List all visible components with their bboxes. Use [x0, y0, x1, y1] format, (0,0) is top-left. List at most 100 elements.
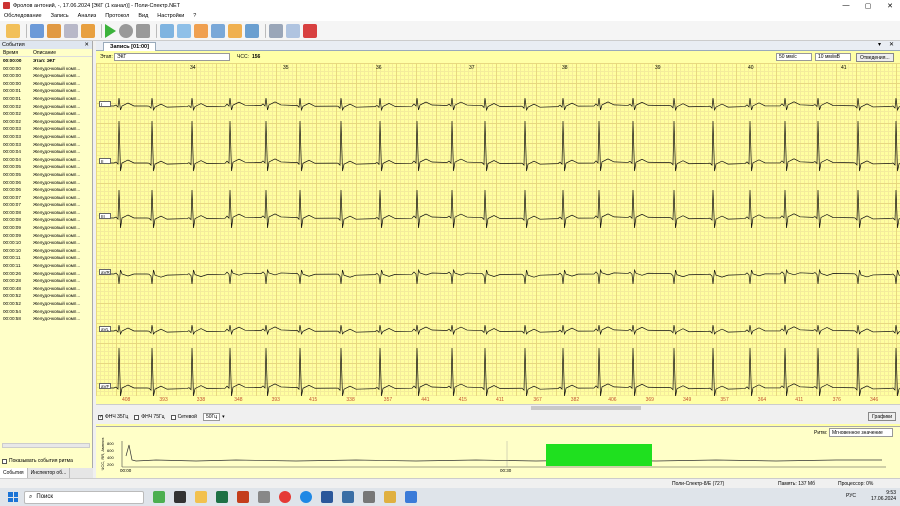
checkbox-box[interactable]	[134, 414, 140, 420]
minimize-button[interactable]: —	[836, 0, 856, 11]
stop-icon[interactable]	[136, 23, 150, 38]
analysis-icon[interactable]	[160, 23, 174, 38]
store-icon[interactable]	[342, 491, 354, 503]
menu-exam[interactable]: Обследование	[4, 13, 42, 19]
list-item[interactable]: 00:00:07 Желудочковый комп...	[0, 194, 92, 202]
maximize-button[interactable]: ▢	[858, 0, 878, 11]
list-item[interactable]: 00:00:54 Желудочковый комп...	[0, 308, 92, 316]
play-icon[interactable]	[105, 23, 116, 38]
list-item[interactable]: 00:00:04 Желудочковый комп...	[0, 148, 92, 156]
filter-hf35[interactable]: ФНЧ 35Гц	[98, 414, 128, 420]
show-rhythm-checkbox[interactable]: Показывать события ритма	[2, 458, 73, 464]
pin-icon[interactable]: ▾	[878, 41, 881, 48]
lead-label[interactable]: aVR	[99, 269, 111, 275]
gain-select[interactable]: 10 мм/мВ	[815, 53, 851, 61]
patient-icon[interactable]	[47, 23, 61, 38]
tab-inspector[interactable]: Инспектор об...	[28, 468, 71, 478]
clock-date[interactable]: 17.06.2024	[871, 496, 896, 502]
trend-selection-window[interactable]	[546, 444, 652, 466]
list-item[interactable]: 00:00:01 Желудочковый комп...	[0, 95, 92, 103]
excel-icon[interactable]	[216, 491, 228, 503]
windows-start-icon[interactable]	[8, 492, 18, 502]
close-tab-icon[interactable]: ✕	[889, 41, 894, 48]
trend-chart[interactable]	[96, 427, 900, 479]
list-item[interactable]: 00:00:52 Желудочковый комп...	[0, 300, 92, 308]
checkbox-box[interactable]	[170, 414, 176, 420]
chart-icon[interactable]	[177, 23, 191, 38]
new-exam-icon[interactable]	[6, 23, 20, 38]
export-icon[interactable]	[81, 23, 95, 38]
list-item[interactable]: 00:00:58 Желудочковый комп...	[0, 315, 92, 323]
menu-view[interactable]: Вид	[138, 13, 148, 19]
menu-analysis[interactable]: Анализ	[78, 13, 97, 19]
column-description[interactable]: Описание	[33, 49, 56, 56]
chevron-down-icon[interactable]: ▾	[222, 414, 225, 420]
lead-label[interactable]: aVF	[99, 383, 111, 389]
list-item[interactable]: 00:00:09 Желудочковый комп...	[0, 232, 92, 240]
column-time[interactable]: Время	[0, 49, 33, 56]
list-item[interactable]: 00:00:00 Желудочковый комп...	[0, 80, 92, 88]
menu-help[interactable]: ?	[193, 13, 196, 19]
filter-mains[interactable]: Сетевой	[170, 414, 197, 420]
file-explorer-icon[interactable]	[195, 491, 207, 503]
rhythm-icon[interactable]	[228, 23, 242, 38]
close-icon[interactable]: ✕	[84, 41, 89, 49]
list-item[interactable]: 00:00:01 Желудочковый комп...	[0, 87, 92, 95]
list-item[interactable]: 00:00:06 Желудочковый комп...	[0, 186, 92, 194]
record-icon[interactable]	[119, 23, 133, 38]
list-item[interactable]: 00:00:10 Желудочковый комп...	[0, 247, 92, 255]
delete-icon[interactable]	[303, 23, 317, 38]
measure-icon[interactable]	[194, 23, 208, 38]
print-icon[interactable]	[269, 23, 283, 38]
list-item[interactable]: 00:00:28 Желудочковый комп...	[0, 277, 92, 285]
list-item[interactable]: 00:00:00 Желудочковый комп...	[0, 65, 92, 73]
tab-events[interactable]: События	[0, 468, 28, 478]
lead-label[interactable]: III	[99, 213, 111, 219]
leads-button[interactable]: Отведения...	[856, 53, 894, 62]
list-item[interactable]: 00:00:02 Желудочковый комп...	[0, 118, 92, 126]
list-item[interactable]: 00:00:08 Желудочковый комп...	[0, 216, 92, 224]
polyspectr-icon[interactable]	[384, 491, 396, 503]
list-item[interactable]: 00:00:08 Желудочковый комп...	[0, 209, 92, 217]
list-item[interactable]: 00:00:05 Желудочковый комп...	[0, 163, 92, 171]
checkbox-box[interactable]	[2, 458, 7, 464]
list-item[interactable]: 00:00:06 Желудочковый комп...	[0, 179, 92, 187]
list-item[interactable]: 00:00:52 Желудочковый комп...	[0, 292, 92, 300]
app-icon[interactable]	[405, 491, 417, 503]
list-item[interactable]: 00:00:02 Желудочковый комп...	[0, 103, 92, 111]
mains-select[interactable]: 50Гц	[202, 413, 221, 421]
wave-icon[interactable]	[211, 23, 225, 38]
list-item[interactable]: 00:00:10 Желудочковый комп...	[0, 239, 92, 247]
list-item[interactable]: 00:00:03 Желудочковый комп...	[0, 141, 92, 149]
charts-button[interactable]: Графики	[868, 412, 896, 421]
rhythm-select[interactable]: Мгновенное значение	[829, 428, 893, 437]
list-item[interactable]: 00:00:11 Желудочковый комп...	[0, 254, 92, 262]
tab-record[interactable]: Запись [01:00]	[103, 42, 156, 51]
save-icon[interactable]	[64, 23, 78, 38]
open-icon[interactable]	[30, 23, 44, 38]
stage-select[interactable]: ЭКГ	[114, 53, 230, 61]
edge-icon[interactable]	[300, 491, 312, 503]
word-icon[interactable]	[321, 491, 333, 503]
list-item[interactable]: 00:00:09 Желудочковый комп...	[0, 224, 92, 232]
events-hscrollbar[interactable]	[2, 443, 90, 448]
task-view-icon[interactable]	[174, 491, 186, 503]
menu-record[interactable]: Запись	[51, 13, 69, 19]
list-item[interactable]: 00:00:07 Желудочковый комп...	[0, 201, 92, 209]
list-item[interactable]: 00:00:48 Желудочковый комп...	[0, 285, 92, 293]
list-item[interactable]: 00:00:11 Желудочковый комп...	[0, 262, 92, 270]
language-indicator[interactable]: РУС	[846, 493, 856, 499]
trend-icon[interactable]	[245, 23, 259, 38]
list-item[interactable]: 00:00:03 Желудочковый комп...	[0, 125, 92, 133]
filter-hf75[interactable]: ФНЧ 75Гц	[134, 414, 165, 420]
list-item[interactable]: 00:00:05 Желудочковый комп...	[0, 171, 92, 179]
list-item[interactable]: 00:00:04 Желудочковый комп...	[0, 156, 92, 164]
app-icon[interactable]	[363, 491, 375, 503]
list-item[interactable]: 00:00:26 Желудочковый комп...	[0, 270, 92, 278]
list-item[interactable]: 00:00:02 Желудочковый комп...	[0, 110, 92, 118]
lead-label[interactable]: II	[99, 158, 111, 164]
checkbox-box[interactable]	[98, 414, 103, 420]
list-item[interactable]: 00:00:03 Желудочковый комп...	[0, 133, 92, 141]
list-item[interactable]: 00:00:00 Этап: ЭКГ	[0, 57, 92, 65]
powerpoint-icon[interactable]	[237, 491, 249, 503]
